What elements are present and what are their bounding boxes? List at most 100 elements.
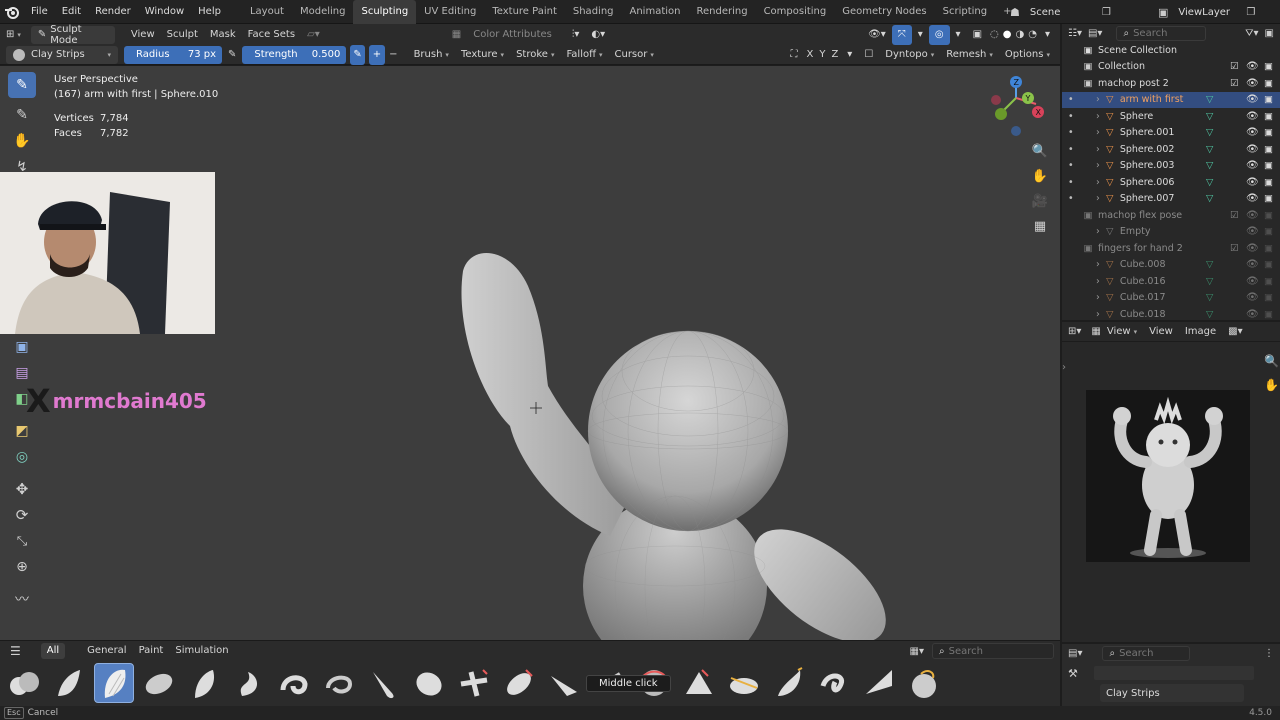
outliner-row[interactable]: ▣ fingers for hand 2 ☑ 👁 ▣: [1062, 240, 1280, 257]
falloff-dropdown[interactable]: Falloff ▾: [560, 45, 608, 65]
brush-thumb-13[interactable]: [544, 663, 584, 703]
visibility-eye-icon[interactable]: 👁: [1246, 193, 1259, 204]
brush-thumb-7[interactable]: [274, 663, 314, 703]
menu-render[interactable]: Render: [88, 0, 138, 24]
shelf-search[interactable]: ⌕ Search: [932, 643, 1054, 659]
mirror-icon[interactable]: ⛶: [784, 45, 803, 65]
brush-thumb-9[interactable]: [364, 663, 404, 703]
render-camera-icon[interactable]: ▣: [1264, 276, 1273, 287]
shelf-tab-simulation[interactable]: Simulation: [169, 641, 234, 661]
grab-brush-tool[interactable]: ✋: [8, 128, 36, 154]
render-camera-icon[interactable]: ▣: [1264, 111, 1273, 122]
outliner-filter-mode-icon[interactable]: ▤▾: [1088, 28, 1102, 39]
viewlayer-field[interactable]: ViewLayer: [1172, 3, 1248, 21]
outliner-row[interactable]: › ▽ Cube.018 ▽ 👁 ▣: [1062, 306, 1280, 323]
shelf-tab-general[interactable]: General: [81, 641, 132, 661]
outliner-filter-icon[interactable]: ⛛▾: [1245, 28, 1258, 39]
outliner-search[interactable]: ⌕ Search: [1116, 25, 1207, 41]
scene-icon[interactable]: ☗: [1010, 6, 1020, 19]
render-camera-icon[interactable]: ▣: [1264, 127, 1273, 138]
visibility-eye-icon[interactable]: 👁: [1246, 177, 1259, 188]
smooth-brush-tool[interactable]: ✎: [8, 102, 36, 128]
brush-selector[interactable]: Clay Strips ▾: [6, 45, 118, 64]
shelf-menu-icon[interactable]: ☰: [10, 644, 21, 658]
render-camera-icon[interactable]: ▣: [1264, 177, 1273, 188]
visibility-eye-icon[interactable]: 👁: [1246, 94, 1259, 105]
tab-texture-paint[interactable]: Texture Paint: [484, 0, 565, 24]
visibility-eye-icon[interactable]: 👁: [1246, 226, 1259, 237]
image-editor-type-icon[interactable]: ⊞▾: [1068, 326, 1081, 337]
add-direction-icon[interactable]: +: [368, 44, 386, 65]
visibility-eye-icon[interactable]: 👁: [1246, 144, 1259, 155]
material-shading-icon[interactable]: ◑: [1014, 25, 1027, 45]
expand-chevron-icon[interactable]: ›: [1096, 309, 1100, 320]
move-tool[interactable]: ✥: [8, 476, 36, 502]
properties-pin-icon[interactable]: ⋮: [1264, 648, 1274, 659]
camera-icon[interactable]: 🎥: [1028, 194, 1052, 219]
image-pan-icon[interactable]: ✋: [1264, 378, 1279, 392]
render-camera-icon[interactable]: ▣: [1264, 144, 1273, 155]
render-camera-icon[interactable]: ▣: [1264, 160, 1273, 171]
brush-thumb-16[interactable]: [679, 663, 719, 703]
brush-thumb-18[interactable]: [769, 663, 809, 703]
tab-animation[interactable]: Animation: [622, 0, 689, 24]
image-zoom-icon[interactable]: 🔍: [1264, 354, 1279, 368]
brush-thumb-12[interactable]: [499, 663, 539, 703]
render-camera-icon[interactable]: ▣: [1264, 94, 1273, 105]
menu-edit[interactable]: Edit: [55, 0, 88, 24]
shelf-tab-all[interactable]: All: [40, 643, 66, 659]
visibility-eye-icon[interactable]: 👁: [1246, 111, 1259, 122]
outliner-row[interactable]: ▣ machop flex pose ☑ 👁 ▣: [1062, 207, 1280, 224]
outliner-row[interactable]: • › ▽ Sphere.002 ▽ 👁 ▣: [1062, 141, 1280, 158]
scene-field[interactable]: Scene: [1024, 3, 1110, 21]
render-camera-icon[interactable]: ▣: [1264, 226, 1273, 237]
brush-dropdown[interactable]: Brush ▾: [408, 45, 455, 65]
rotate-tool[interactable]: ⟳: [8, 502, 36, 528]
annotate-tool[interactable]: 〰: [8, 586, 36, 612]
symmetry-icon[interactable]: ⫶▾: [566, 25, 586, 45]
brush-thumb-2[interactable]: [49, 663, 89, 703]
visibility-eye-icon[interactable]: 👁: [1246, 78, 1259, 89]
tab-layout[interactable]: Layout: [242, 0, 292, 24]
render-camera-icon[interactable]: ▣: [1264, 193, 1273, 204]
collection-exclude-checkbox[interactable]: ☑: [1230, 61, 1239, 72]
mesh-filter-tool[interactable]: ◩: [8, 418, 36, 444]
tab-shading[interactable]: Shading: [565, 0, 622, 24]
render-camera-icon[interactable]: ▣: [1264, 210, 1273, 221]
blender-logo-icon[interactable]: [0, 0, 24, 24]
new-viewlayer-icon[interactable]: ❐: [1246, 7, 1255, 18]
menu-mask[interactable]: Mask: [204, 25, 242, 45]
expand-chevron-icon[interactable]: ›: [1096, 276, 1100, 287]
gizmo-toggle-icon[interactable]: ⤧: [891, 24, 912, 45]
tab-modeling[interactable]: Modeling: [292, 0, 354, 24]
axis-z-toggle[interactable]: Z: [828, 45, 841, 65]
color-attributes-icon[interactable]: ▦: [446, 25, 467, 45]
menu-face-sets[interactable]: Face Sets: [242, 25, 301, 45]
radius-field[interactable]: Radius 73 px: [124, 45, 222, 64]
expand-chevron-icon[interactable]: ›: [1096, 111, 1100, 122]
render-camera-icon[interactable]: ▣: [1264, 78, 1273, 89]
properties-search[interactable]: ⌕ Search: [1102, 645, 1191, 661]
expand-chevron-icon[interactable]: ›: [1096, 160, 1100, 171]
expand-chevron-icon[interactable]: ›: [1096, 226, 1100, 237]
brush-thumb-17[interactable]: [724, 663, 764, 703]
outliner-row[interactable]: • › ▽ Sphere ▽ 👁 ▣: [1062, 108, 1280, 125]
new-collection-icon[interactable]: ▣: [1265, 28, 1274, 39]
visibility-eye-icon[interactable]: 👁: [1246, 210, 1259, 221]
radius-pressure-icon[interactable]: ✎: [222, 45, 242, 65]
outliner-row[interactable]: • › ▽ Sphere.006 ▽ 👁 ▣: [1062, 174, 1280, 191]
expand-chevron-icon[interactable]: ›: [1096, 144, 1100, 155]
image-image-menu[interactable]: Image: [1179, 322, 1222, 342]
outliner-row[interactable]: › ▽ Cube.008 ▽ 👁 ▣: [1062, 257, 1280, 274]
options-dropdown[interactable]: Options ▾: [999, 45, 1056, 65]
visibility-eye-icon[interactable]: 👁: [1246, 276, 1259, 287]
perspective-grid-icon[interactable]: ▦: [1028, 219, 1052, 244]
brush-thumb-6[interactable]: [229, 663, 269, 703]
navigation-gizmo[interactable]: Z X Y: [988, 74, 1050, 140]
scene-collection-row[interactable]: ▣ Scene Collection: [1062, 42, 1280, 59]
brush-thumb-5[interactable]: [184, 663, 224, 703]
outliner-row[interactable]: • › ▽ Sphere.007 ▽ 👁 ▣: [1062, 191, 1280, 208]
outliner-row[interactable]: › ▽ Cube.016 ▽ 👁 ▣: [1062, 273, 1280, 290]
outliner-row[interactable]: ▣ machop post 2 ☑ 👁 ▣: [1062, 75, 1280, 92]
brush-thumb-21[interactable]: [904, 663, 944, 703]
